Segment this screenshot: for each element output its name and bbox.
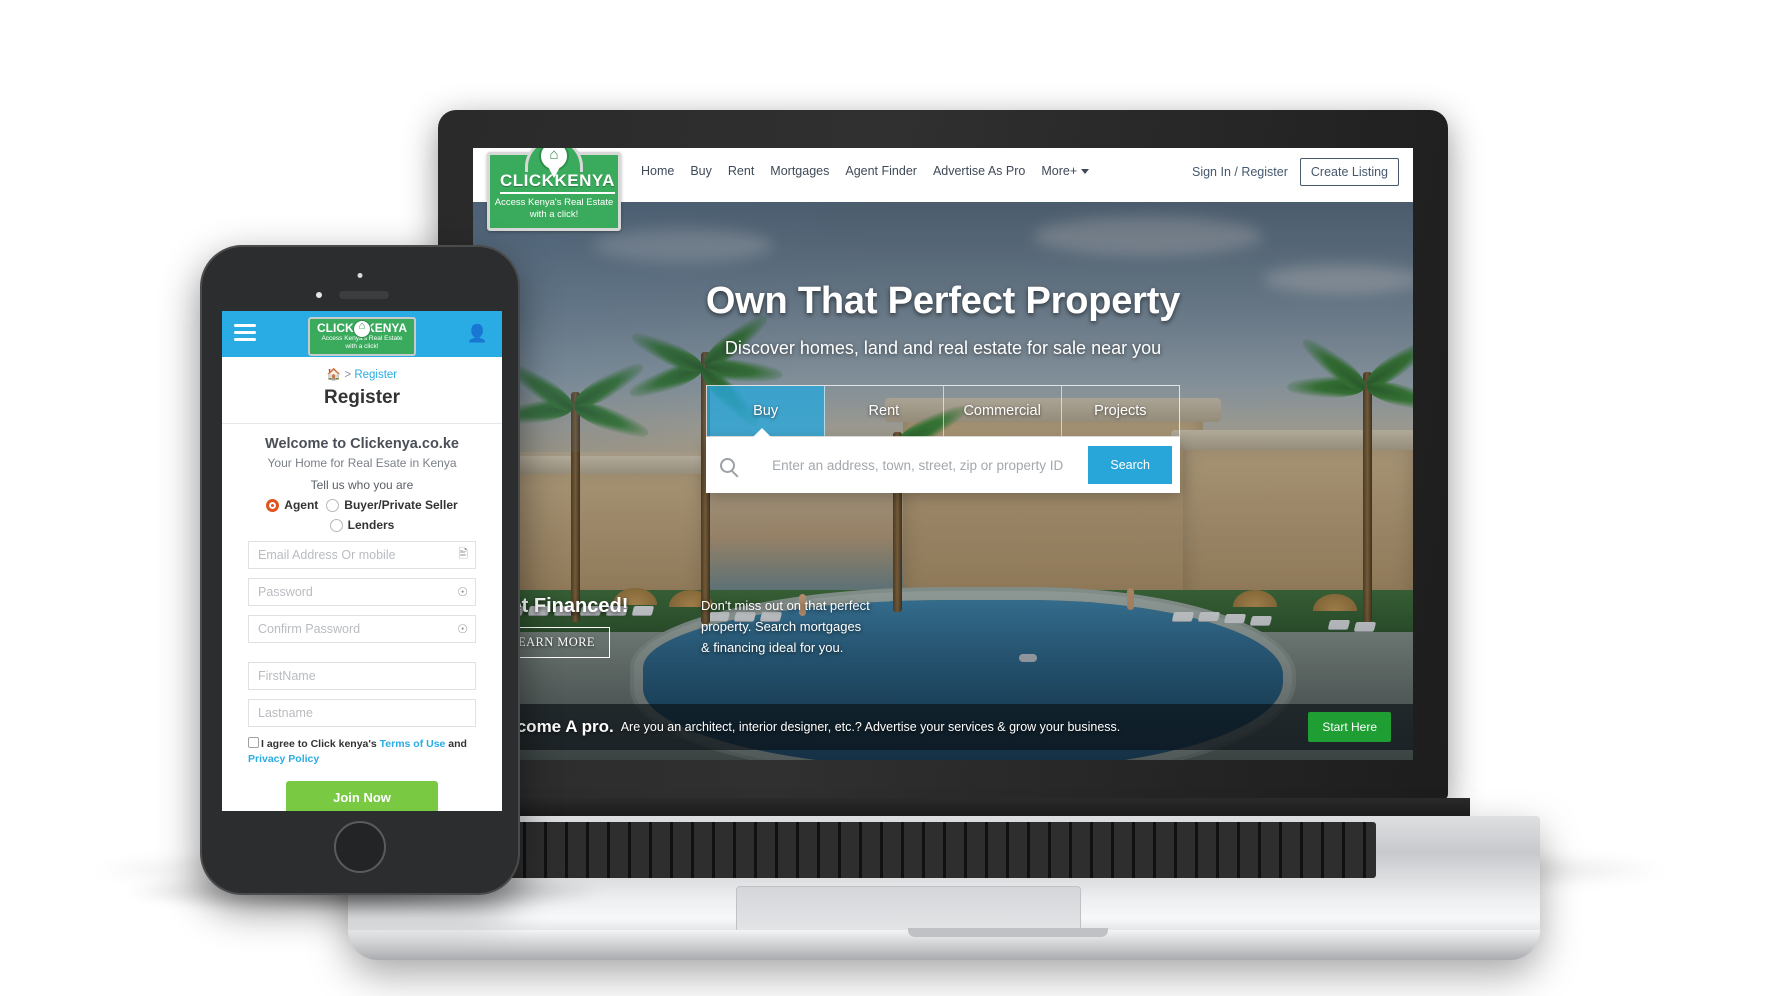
firstname-placeholder: FirstName [258, 669, 316, 683]
promo-title: Get Financed! [495, 595, 629, 617]
mobile-logo-tagline-2: with a click! [345, 343, 379, 350]
radio-agent-label: Agent [284, 498, 319, 512]
phone-earpiece-speaker [339, 291, 389, 299]
phone-proximity-sensor [315, 292, 322, 298]
laptop-lid: ⌂ CLICK KENYA Access Kenya's Real Estate… [438, 110, 1448, 800]
password-field[interactable]: Password ☉ [248, 578, 476, 606]
register-form: Welcome to Clickenya.co.ke Your Home for… [222, 424, 502, 811]
logo-tagline-1: Access Kenya's Real Estate [494, 197, 614, 208]
breadcrumb-separator: > [344, 369, 352, 381]
user-account-icon[interactable]: 👤 [467, 324, 488, 344]
website-viewport: ⌂ CLICK KENYA Access Kenya's Real Estate… [473, 148, 1413, 760]
map-pin-icon [353, 320, 371, 338]
radio-dot-selected [266, 498, 280, 512]
hero-subheading: Discover homes, land and real estate for… [724, 338, 1162, 358]
pro-bar-description: Are you an architect, interior designer,… [620, 720, 1121, 734]
mobile-logo-word-kenya: KENYA [366, 321, 407, 335]
contact-card-icon: 🖹 [458, 546, 468, 561]
tab-rent[interactable]: Rent [825, 386, 944, 436]
nav-item-more[interactable]: More+ [1041, 164, 1090, 178]
site-logo[interactable]: ⌂ CLICK KENYA Access Kenya's Real Estate… [487, 148, 621, 231]
start-here-button[interactable]: Start Here [1308, 712, 1391, 742]
password-field-placeholder: Password [258, 585, 313, 599]
search-input[interactable]: Enter an address, town, street, zip or p… [747, 458, 1088, 473]
nav-links: Home Buy Rent Mortgages Agent Finder Adv… [641, 164, 1090, 178]
radio-buyer-private-seller[interactable]: Buyer/Private Seller [326, 498, 458, 512]
radio-dot [329, 518, 343, 532]
terms-agreement: I agree to Click kenya's Terms of Use an… [248, 737, 476, 767]
phone-body: CLICK KENYA Access Kenya's Real Estate w… [200, 245, 520, 895]
lastname-field[interactable]: Lastname [248, 699, 476, 727]
email-or-mobile-field[interactable]: Email Address Or mobile 🖹 [248, 541, 476, 569]
form-welcome-subtext: Your Home for Real Esate in Kenya [267, 456, 457, 470]
laptop-front-notch [908, 928, 1108, 937]
terms-checkbox[interactable] [248, 737, 259, 748]
form-welcome-heading: Welcome to Clickenya.co.ke [265, 436, 459, 452]
phone-screen: CLICK KENYA Access Kenya's Real Estate w… [222, 311, 502, 811]
nav-item-buy[interactable]: Buy [690, 164, 712, 178]
become-a-pro-bar: Become A pro. Are you an architect, inte… [473, 704, 1413, 750]
chevron-down-icon [1081, 169, 1090, 175]
promo-description: Don't miss out on that perfect property.… [701, 598, 870, 655]
radio-dot [326, 498, 340, 512]
terms-of-use-link[interactable]: Terms of Use [380, 738, 446, 750]
eye-toggle-icon[interactable]: ☉ [457, 585, 468, 599]
laptop-screen: ⌂ CLICK KENYA Access Kenya's Real Estate… [473, 148, 1413, 760]
nav-item-agent-finder[interactable]: Agent Finder [845, 164, 917, 178]
logo-word-kenya: KENYA [554, 171, 615, 194]
hero-section: Own That Perfect Property Discover homes… [473, 202, 1413, 760]
logo-tagline-2: with a click! [529, 209, 579, 220]
breadcrumb: 🏠 > Register [222, 357, 502, 381]
radio-lenders-label: Lenders [347, 518, 395, 532]
terms-prefix: I agree to Click kenya's [261, 738, 380, 750]
search-icon [720, 457, 735, 473]
email-field-placeholder: Email Address Or mobile [258, 548, 396, 562]
hero-heading: Own That Perfect Property [705, 280, 1181, 322]
page-title: Register [323, 387, 401, 408]
hero-search-bar: Enter an address, town, street, zip or p… [706, 428, 1180, 493]
phone-mockup: CLICK KENYA Access Kenya's Real Estate w… [200, 245, 520, 895]
phone-home-button[interactable] [334, 821, 386, 873]
create-listing-button[interactable]: Create Listing [1299, 158, 1399, 186]
firstname-field[interactable]: FirstName [248, 662, 476, 690]
confirm-password-placeholder: Confirm Password [258, 622, 361, 636]
radio-agent[interactable]: Agent [266, 498, 318, 512]
confirm-password-field[interactable]: Confirm Password ☉ [248, 615, 476, 643]
join-now-button[interactable]: Join Now [286, 781, 438, 811]
tab-commercial[interactable]: Commercial [944, 386, 1062, 436]
financing-promo: Get Financed! LEARN MORE Don't miss out … [473, 585, 1413, 668]
radio-lenders[interactable]: Lenders [329, 518, 395, 532]
breadcrumb-current: Register [354, 369, 398, 381]
home-icon[interactable]: 🏠 [327, 369, 341, 381]
nav-item-mortgages[interactable]: Mortgages [770, 164, 829, 178]
tab-projects[interactable]: Projects [1062, 386, 1179, 436]
mockup-scene: ⌂ CLICK KENYA Access Kenya's Real Estate… [0, 0, 1773, 996]
form-role-prompt: Tell us who you are [310, 478, 414, 492]
hero-content: Own That Perfect Property Discover homes… [473, 202, 1413, 760]
nav-item-rent[interactable]: Rent [728, 164, 754, 178]
eye-toggle-icon[interactable]: ☉ [457, 622, 468, 636]
nav-actions: Sign In / Register Create Listing [1192, 158, 1399, 186]
hamburger-menu-icon[interactable] [234, 323, 256, 345]
search-button[interactable]: Search [1088, 446, 1172, 484]
phone-front-camera [357, 273, 363, 278]
lastname-placeholder: Lastname [258, 706, 313, 720]
form-spacer [248, 643, 476, 653]
site-navbar: ⌂ CLICK KENYA Access Kenya's Real Estate… [473, 148, 1413, 231]
sign-in-register-link[interactable]: Sign In / Register [1192, 165, 1288, 179]
mobile-header: CLICK KENYA Access Kenya's Real Estate w… [222, 311, 502, 357]
radio-buyer-label: Buyer/Private Seller [344, 498, 458, 512]
laptop-mockup: ⌂ CLICK KENYA Access Kenya's Real Estate… [348, 110, 1540, 960]
mobile-logo-word-click: CLICK [317, 321, 354, 335]
nav-item-home[interactable]: Home [641, 164, 674, 178]
mobile-site-logo[interactable]: CLICK KENYA Access Kenya's Real Estate w… [308, 317, 416, 356]
privacy-policy-link[interactable]: Privacy Policy [248, 753, 319, 765]
terms-and: and [445, 738, 467, 750]
role-radio-group: Agent Buyer/Private Seller [248, 498, 476, 512]
search-type-tabs: Buy Rent Commercial Projects [706, 385, 1180, 437]
nav-item-advertise-as-pro[interactable]: Advertise As Pro [933, 164, 1025, 178]
house-icon: ⌂ [549, 148, 559, 163]
